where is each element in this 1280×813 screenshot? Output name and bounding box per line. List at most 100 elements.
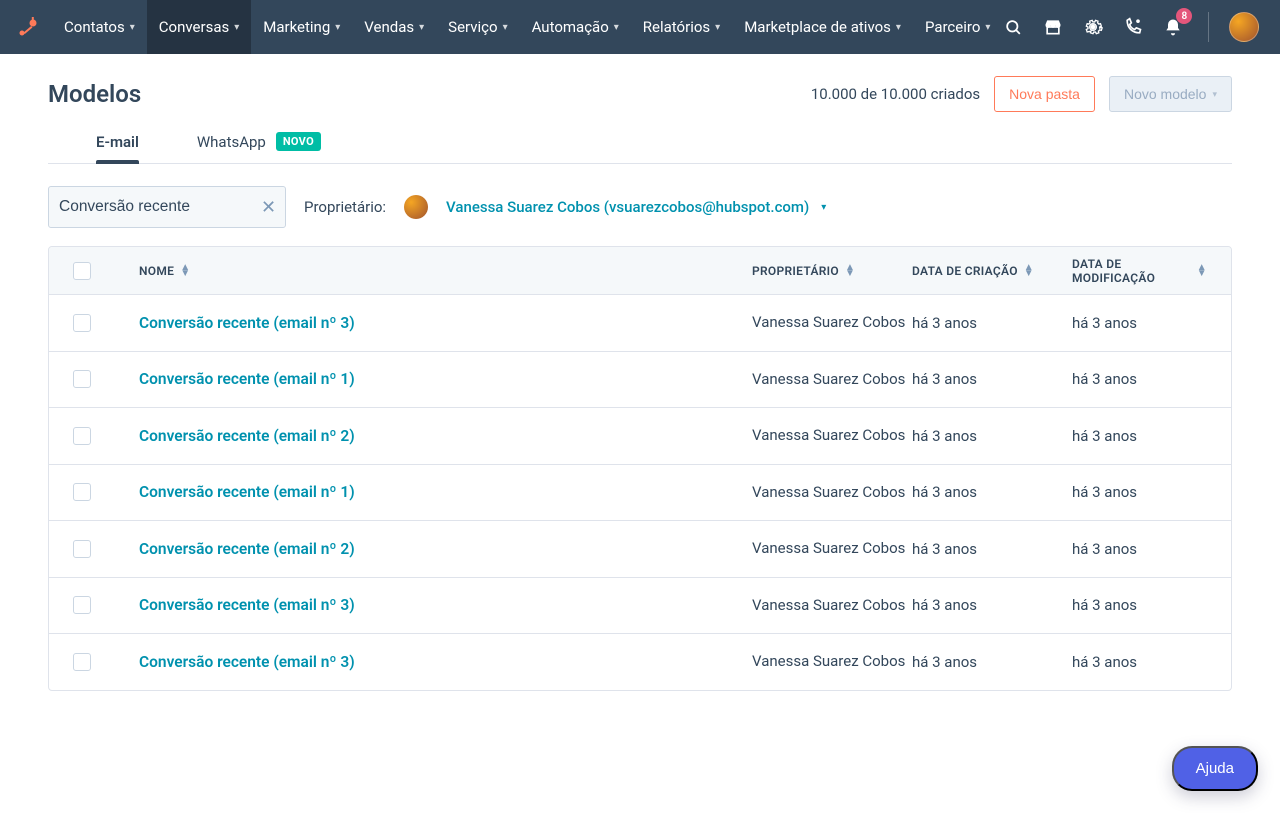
templates-table: NOME ▲▼ PROPRIETÁRIO ▲▼ DATA DE CRIAÇÃO … [48, 246, 1232, 691]
header-actions: 10.000 de 10.000 criados Nova pasta Novo… [811, 76, 1232, 112]
nav-item-conversas[interactable]: Conversas▾ [147, 0, 251, 54]
chevron-down-icon: ▾ [335, 22, 340, 33]
cell-created: há 3 anos [912, 483, 1072, 501]
table-row: Conversão recente (email nº 2) Vanessa Su… [49, 521, 1231, 578]
new-folder-button[interactable]: Nova pasta [994, 76, 1095, 112]
owner-avatar [404, 195, 428, 219]
nav-item-parceiro[interactable]: Parceiro▾ [913, 0, 1002, 54]
col-header-owner[interactable]: PROPRIETÁRIO ▲▼ [752, 264, 912, 278]
template-link[interactable]: Conversão recente (email nº 2) [139, 427, 355, 445]
select-all-cell [73, 262, 117, 280]
nav-item-contatos[interactable]: Contatos▾ [52, 0, 147, 54]
table-row: Conversão recente (email nº 1) Vanessa Su… [49, 465, 1231, 522]
new-badge: NOVO [276, 132, 321, 151]
row-check-cell [73, 314, 117, 332]
nav-item-marketing[interactable]: Marketing ▾ [251, 0, 352, 54]
owner-filter-dropdown[interactable]: Vanessa Suarez Cobos (vsuarezcobos@hubsp… [446, 198, 826, 216]
nav-item-marketplace-de-ativos[interactable]: Marketplace de ativos▾ [732, 0, 913, 54]
clear-icon[interactable]: ✕ [259, 197, 278, 218]
template-link[interactable]: Conversão recente (email nº 3) [139, 653, 355, 671]
user-avatar[interactable] [1229, 12, 1259, 42]
cell-name: Conversão recente (email nº 3) [117, 596, 752, 614]
tabs: E-mail WhatsApp NOVO [48, 132, 1232, 164]
nav-item-label: Automação [532, 18, 609, 36]
filter-row: ✕ Proprietário: Vanessa Suarez Cobos (vs… [48, 164, 1232, 246]
cell-owner: Vanessa Suarez Cobos [752, 370, 912, 390]
cell-owner: Vanessa Suarez Cobos [752, 539, 912, 559]
tab-whatsapp[interactable]: WhatsApp NOVO [197, 132, 321, 163]
nav-item-label: Serviço [448, 18, 497, 36]
cell-modified: há 3 anos [1072, 314, 1207, 332]
search-input[interactable] [59, 198, 259, 216]
row-checkbox[interactable] [73, 314, 91, 332]
template-link[interactable]: Conversão recente (email nº 3) [139, 314, 355, 332]
col-header-created[interactable]: DATA DE CRIAÇÃO ▲▼ [912, 264, 1072, 278]
row-checkbox[interactable] [73, 427, 91, 445]
cell-owner: Vanessa Suarez Cobos [752, 483, 912, 503]
cell-name: Conversão recente (email nº 3) [117, 653, 752, 671]
table-row: Conversão recente (email nº 3) Vanessa Su… [49, 634, 1231, 690]
col-header-owner-label: PROPRIETÁRIO [752, 264, 839, 278]
chevron-down-icon: ▾ [614, 22, 619, 33]
row-checkbox[interactable] [73, 653, 91, 671]
cell-owner: Vanessa Suarez Cobos [752, 426, 912, 446]
col-header-created-label: DATA DE CRIAÇÃO [912, 264, 1018, 278]
col-header-name[interactable]: NOME ▲▼ [117, 264, 752, 278]
template-link[interactable]: Conversão recente (email nº 1) [139, 370, 355, 388]
cell-modified: há 3 anos [1072, 540, 1207, 558]
col-header-name-label: NOME [139, 264, 174, 278]
chevron-down-icon: ▾ [503, 22, 508, 33]
nav-item-relatórios[interactable]: Relatórios▾ [631, 0, 732, 54]
owner-label: Proprietário: [304, 198, 386, 216]
new-model-button: Novo modelo ▾ [1109, 76, 1232, 112]
cell-name: Conversão recente (email nº 1) [117, 370, 752, 388]
new-model-label: Novo modelo [1124, 86, 1207, 102]
search-box: ✕ [48, 186, 286, 228]
marketplace-icon[interactable] [1042, 16, 1064, 38]
owner-name: Vanessa Suarez Cobos (vsuarezcobos@hubsp… [446, 198, 809, 216]
chevron-down-icon: ▾ [419, 22, 424, 33]
sort-icon: ▲▼ [1024, 265, 1034, 277]
chevron-down-icon: ▾ [896, 22, 901, 33]
phone-icon[interactable] [1122, 16, 1144, 38]
cell-created: há 3 anos [912, 596, 1072, 614]
table-header: NOME ▲▼ PROPRIETÁRIO ▲▼ DATA DE CRIAÇÃO … [49, 247, 1231, 295]
bell-icon[interactable]: 8 [1162, 16, 1184, 38]
chevron-down-icon: ▾ [821, 202, 826, 213]
table-body: Conversão recente (email nº 3) Vanessa Su… [49, 295, 1231, 690]
cell-owner: Vanessa Suarez Cobos [752, 652, 912, 672]
nav-item-vendas[interactable]: Vendas▾ [352, 0, 436, 54]
row-checkbox[interactable] [73, 540, 91, 558]
gear-icon[interactable] [1082, 16, 1104, 38]
row-check-cell [73, 370, 117, 388]
template-link[interactable]: Conversão recente (email nº 1) [139, 483, 355, 501]
cell-created: há 3 anos [912, 370, 1072, 388]
row-checkbox[interactable] [73, 483, 91, 501]
hubspot-logo-icon[interactable] [16, 14, 40, 40]
help-button[interactable]: Ajuda [1172, 746, 1258, 791]
template-link[interactable]: Conversão recente (email nº 2) [139, 540, 355, 558]
row-checkbox[interactable] [73, 370, 91, 388]
tab-email[interactable]: E-mail [96, 133, 139, 163]
sort-icon: ▲▼ [180, 265, 190, 277]
cell-created: há 3 anos [912, 540, 1072, 558]
row-checkbox[interactable] [73, 596, 91, 614]
page-header: Modelos 10.000 de 10.000 criados Nova pa… [48, 54, 1232, 112]
select-all-checkbox[interactable] [73, 262, 91, 280]
chevron-down-icon: ▾ [234, 22, 239, 33]
col-header-modified-label: DATA DE MODIFICAÇÃO [1072, 257, 1191, 285]
nav-item-serviço[interactable]: Serviço ▾ [436, 0, 519, 54]
row-check-cell [73, 427, 117, 445]
cell-owner: Vanessa Suarez Cobos [752, 596, 912, 616]
cell-created: há 3 anos [912, 314, 1072, 332]
nav-item-automação[interactable]: Automação ▾ [520, 0, 631, 54]
nav-item-label: Marketing [263, 18, 330, 36]
search-icon[interactable] [1002, 16, 1024, 38]
chevron-down-icon: ▾ [1212, 89, 1217, 100]
table-row: Conversão recente (email nº 2) Vanessa Su… [49, 408, 1231, 465]
notification-badge: 8 [1176, 8, 1192, 24]
sort-icon: ▲▼ [1197, 265, 1207, 277]
row-check-cell [73, 540, 117, 558]
col-header-modified[interactable]: DATA DE MODIFICAÇÃO ▲▼ [1072, 257, 1207, 285]
template-link[interactable]: Conversão recente (email nº 3) [139, 596, 355, 614]
